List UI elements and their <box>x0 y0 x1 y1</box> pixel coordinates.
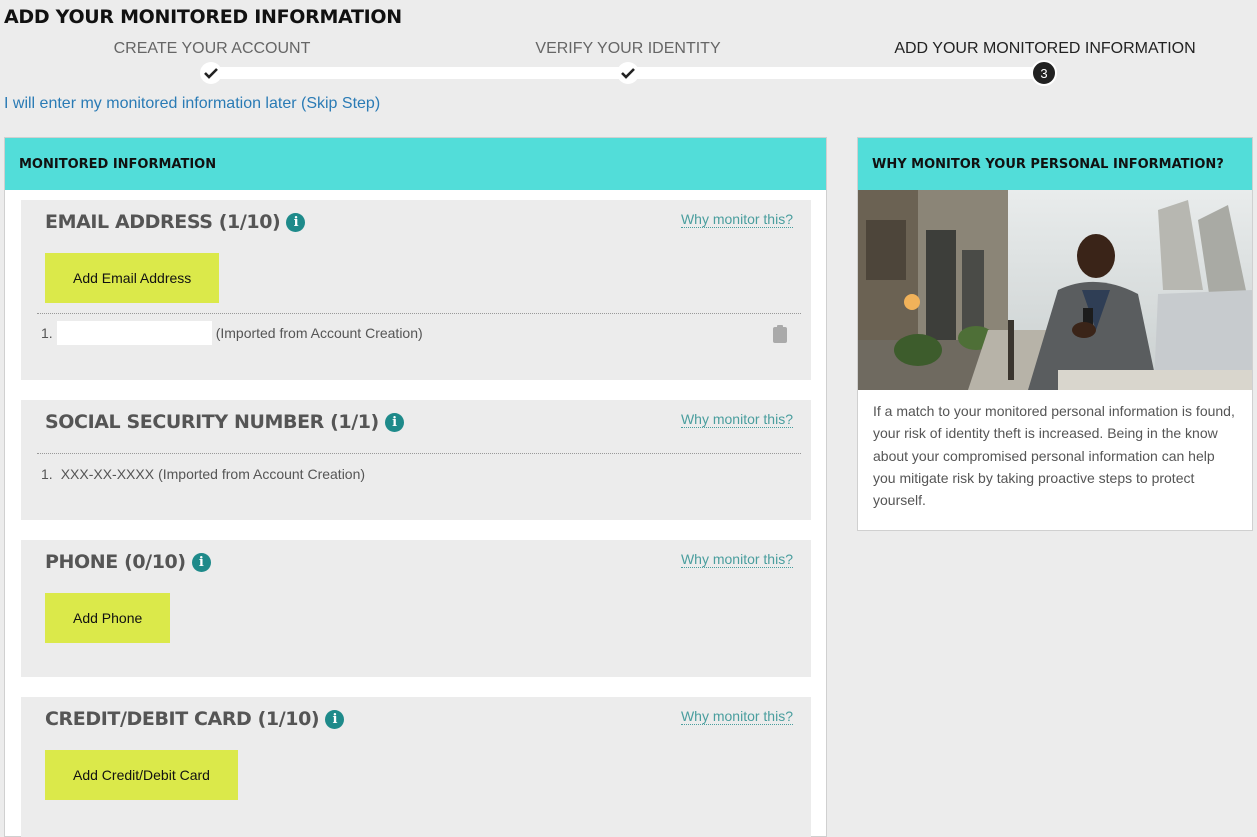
why-monitor-email-link[interactable]: Why monitor this? <box>680 211 793 228</box>
item-number: 1. <box>41 325 53 341</box>
add-email-address-button[interactable]: Add Email Address <box>45 253 220 303</box>
ssn-section: SOCIAL SECURITY NUMBER (1/1) i Why monit… <box>21 400 811 520</box>
step-label-add-monitored: ADD YOUR MONITORED INFORMATION <box>894 40 1196 57</box>
phone-section-title: PHONE (0/10) i <box>45 551 211 573</box>
step-label-verify-identity: VERIFY YOUR IDENTITY <box>535 40 721 57</box>
divider <box>37 313 801 314</box>
ssn-section-title: SOCIAL SECURITY NUMBER (1/1) i <box>45 411 404 433</box>
checkmark-icon <box>617 62 639 84</box>
monitored-information-header: MONITORED INFORMATION <box>5 138 826 190</box>
info-icon[interactable]: i <box>384 412 404 432</box>
phone-section: PHONE (0/10) i Why monitor this? Add Pho… <box>21 540 811 677</box>
divider <box>37 453 801 454</box>
checkmark-icon <box>200 62 222 84</box>
card-section: CREDIT/DEBIT CARD (1/10) i Why monitor t… <box>21 697 811 837</box>
item-note: (Imported from Account Creation) <box>158 466 366 482</box>
why-monitor-panel: WHY MONITOR YOUR PERSONAL INFORMATION? I… <box>857 137 1253 531</box>
item-note: (Imported from Account Creation) <box>215 325 423 341</box>
skip-step-link[interactable]: I will enter my monitored information la… <box>4 95 380 113</box>
clipboard-icon[interactable] <box>773 325 787 343</box>
email-section-title-text: EMAIL ADDRESS (1/10) <box>45 211 281 233</box>
step-label-create-account: CREATE YOUR ACCOUNT <box>113 40 311 57</box>
list-item: 1. (Imported from Account Creation) <box>41 321 423 345</box>
list-item: 1. XXX-XX-XXXX (Imported from Account Cr… <box>41 466 365 482</box>
add-phone-button[interactable]: Add Phone <box>45 593 171 643</box>
why-monitor-text: If a match to your monitored personal in… <box>873 403 1235 509</box>
why-monitor-phone-link[interactable]: Why monitor this? <box>680 551 793 568</box>
info-icon[interactable]: i <box>325 709 345 729</box>
ssn-value: XXX-XX-XXXX <box>60 466 155 482</box>
phone-section-title-text: PHONE (0/10) <box>45 551 186 573</box>
why-monitor-card-link[interactable]: Why monitor this? <box>680 708 793 725</box>
email-section-title: EMAIL ADDRESS (1/10) i <box>45 211 306 233</box>
card-section-title: CREDIT/DEBIT CARD (1/10) i <box>45 708 345 730</box>
why-monitor-ssn-link[interactable]: Why monitor this? <box>680 411 793 428</box>
add-credit-debit-card-button[interactable]: Add Credit/Debit Card <box>45 750 238 800</box>
info-icon[interactable]: i <box>286 212 306 232</box>
card-section-title-text: CREDIT/DEBIT CARD (1/10) <box>45 708 320 730</box>
email-section: EMAIL ADDRESS (1/10) i Why monitor this?… <box>21 200 811 380</box>
ssn-section-title-text: SOCIAL SECURITY NUMBER (1/1) <box>45 411 379 433</box>
item-number: 1. <box>41 466 53 482</box>
why-monitor-header: WHY MONITOR YOUR PERSONAL INFORMATION? <box>858 138 1252 190</box>
man-with-phone-photo <box>858 190 1252 390</box>
step-number-current: 3 <box>1031 60 1057 86</box>
monitored-information-panel: MONITORED INFORMATION EMAIL ADDRESS (1/1… <box>4 137 827 837</box>
page-title: ADD YOUR MONITORED INFORMATION <box>4 6 402 28</box>
masked-email-value <box>56 321 212 345</box>
info-icon[interactable]: i <box>191 552 211 572</box>
